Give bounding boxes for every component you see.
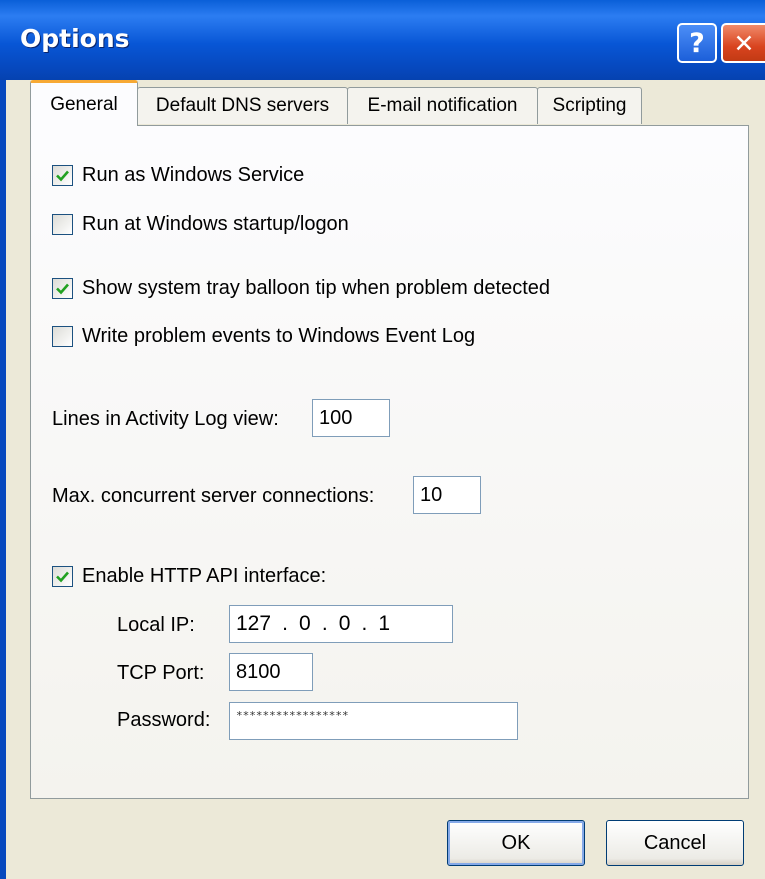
ip-separator: . [282, 612, 288, 635]
close-icon: ✕ [733, 28, 755, 58]
ip-octet-2: 0 [299, 612, 311, 635]
activity-lines-input[interactable]: 100 [312, 399, 390, 437]
run-as-service-option[interactable]: Run as Windows Service [52, 164, 304, 187]
show-balloon-option[interactable]: Show system tray balloon tip when proble… [52, 277, 550, 300]
tab-label: Scripting [552, 95, 627, 116]
tab-email-notification[interactable]: E-mail notification [347, 87, 538, 124]
max-connections-input[interactable]: 10 [413, 476, 481, 514]
activity-lines-label: Lines in Activity Log view: [52, 408, 279, 430]
ip-octet-3: 0 [338, 612, 351, 635]
run-at-startup-checkbox[interactable] [52, 214, 73, 235]
tab-label: E-mail notification [367, 95, 518, 116]
run-at-startup-option[interactable]: Run at Windows startup/logon [52, 213, 349, 236]
window-title: Options [20, 24, 130, 53]
cancel-button-label: Cancel [643, 831, 707, 854]
ip-octet-4: 1 [378, 612, 391, 635]
ip-octet-1: 127 [236, 612, 272, 635]
checkmark-icon [56, 283, 69, 295]
window-frame-left [0, 80, 6, 879]
help-icon: ? [689, 27, 705, 59]
http-api-checkbox[interactable] [52, 566, 73, 587]
tcp-port-input[interactable]: 8100 [229, 653, 313, 691]
tab-general[interactable]: General [30, 80, 138, 126]
checkmark-icon [56, 571, 69, 583]
http-api-option[interactable]: Enable HTTP API interface: [52, 565, 326, 588]
ok-button[interactable]: OK [447, 820, 585, 866]
password-input[interactable]: ***************** [229, 702, 518, 740]
ip-separator: . [361, 612, 368, 635]
http-api-label: Enable HTTP API interface: [82, 565, 327, 587]
tab-label: Default DNS servers [155, 95, 330, 116]
password-label: Password: [117, 709, 211, 731]
ip-separator: . [321, 612, 328, 635]
run-at-startup-label: Run at Windows startup/logon [82, 213, 349, 235]
local-ip-label: Local IP: [117, 614, 195, 636]
tcp-port-label: TCP Port: [117, 662, 205, 684]
show-balloon-checkbox[interactable] [52, 278, 73, 299]
tab-scripting[interactable]: Scripting [537, 87, 642, 124]
max-connections-label: Max. concurrent server connections: [52, 485, 375, 507]
write-event-log-checkbox[interactable] [52, 326, 73, 347]
show-balloon-label: Show system tray balloon tip when proble… [82, 277, 551, 299]
run-as-service-checkbox[interactable] [52, 165, 73, 186]
write-event-log-label: Write problem events to Windows Event Lo… [82, 325, 476, 347]
password-value: ***************** [236, 709, 349, 722]
title-bar[interactable]: Options ? ✕ [0, 0, 765, 80]
tcp-port-value: 8100 [236, 660, 281, 683]
local-ip-input[interactable]: 127 . 0 . 0 . 1 [229, 605, 453, 643]
max-connections-value: 10 [420, 483, 443, 506]
tab-default-dns-servers[interactable]: Default DNS servers [137, 87, 348, 124]
activity-lines-value: 100 [319, 406, 353, 429]
ok-button-label: OK [501, 831, 531, 854]
cancel-button[interactable]: Cancel [606, 820, 744, 866]
checkmark-icon [56, 170, 69, 182]
close-button[interactable]: ✕ [721, 23, 765, 63]
tab-label: General [50, 93, 118, 115]
run-as-service-label: Run as Windows Service [82, 164, 305, 186]
help-button[interactable]: ? [677, 23, 717, 63]
write-event-log-option[interactable]: Write problem events to Windows Event Lo… [52, 325, 475, 348]
